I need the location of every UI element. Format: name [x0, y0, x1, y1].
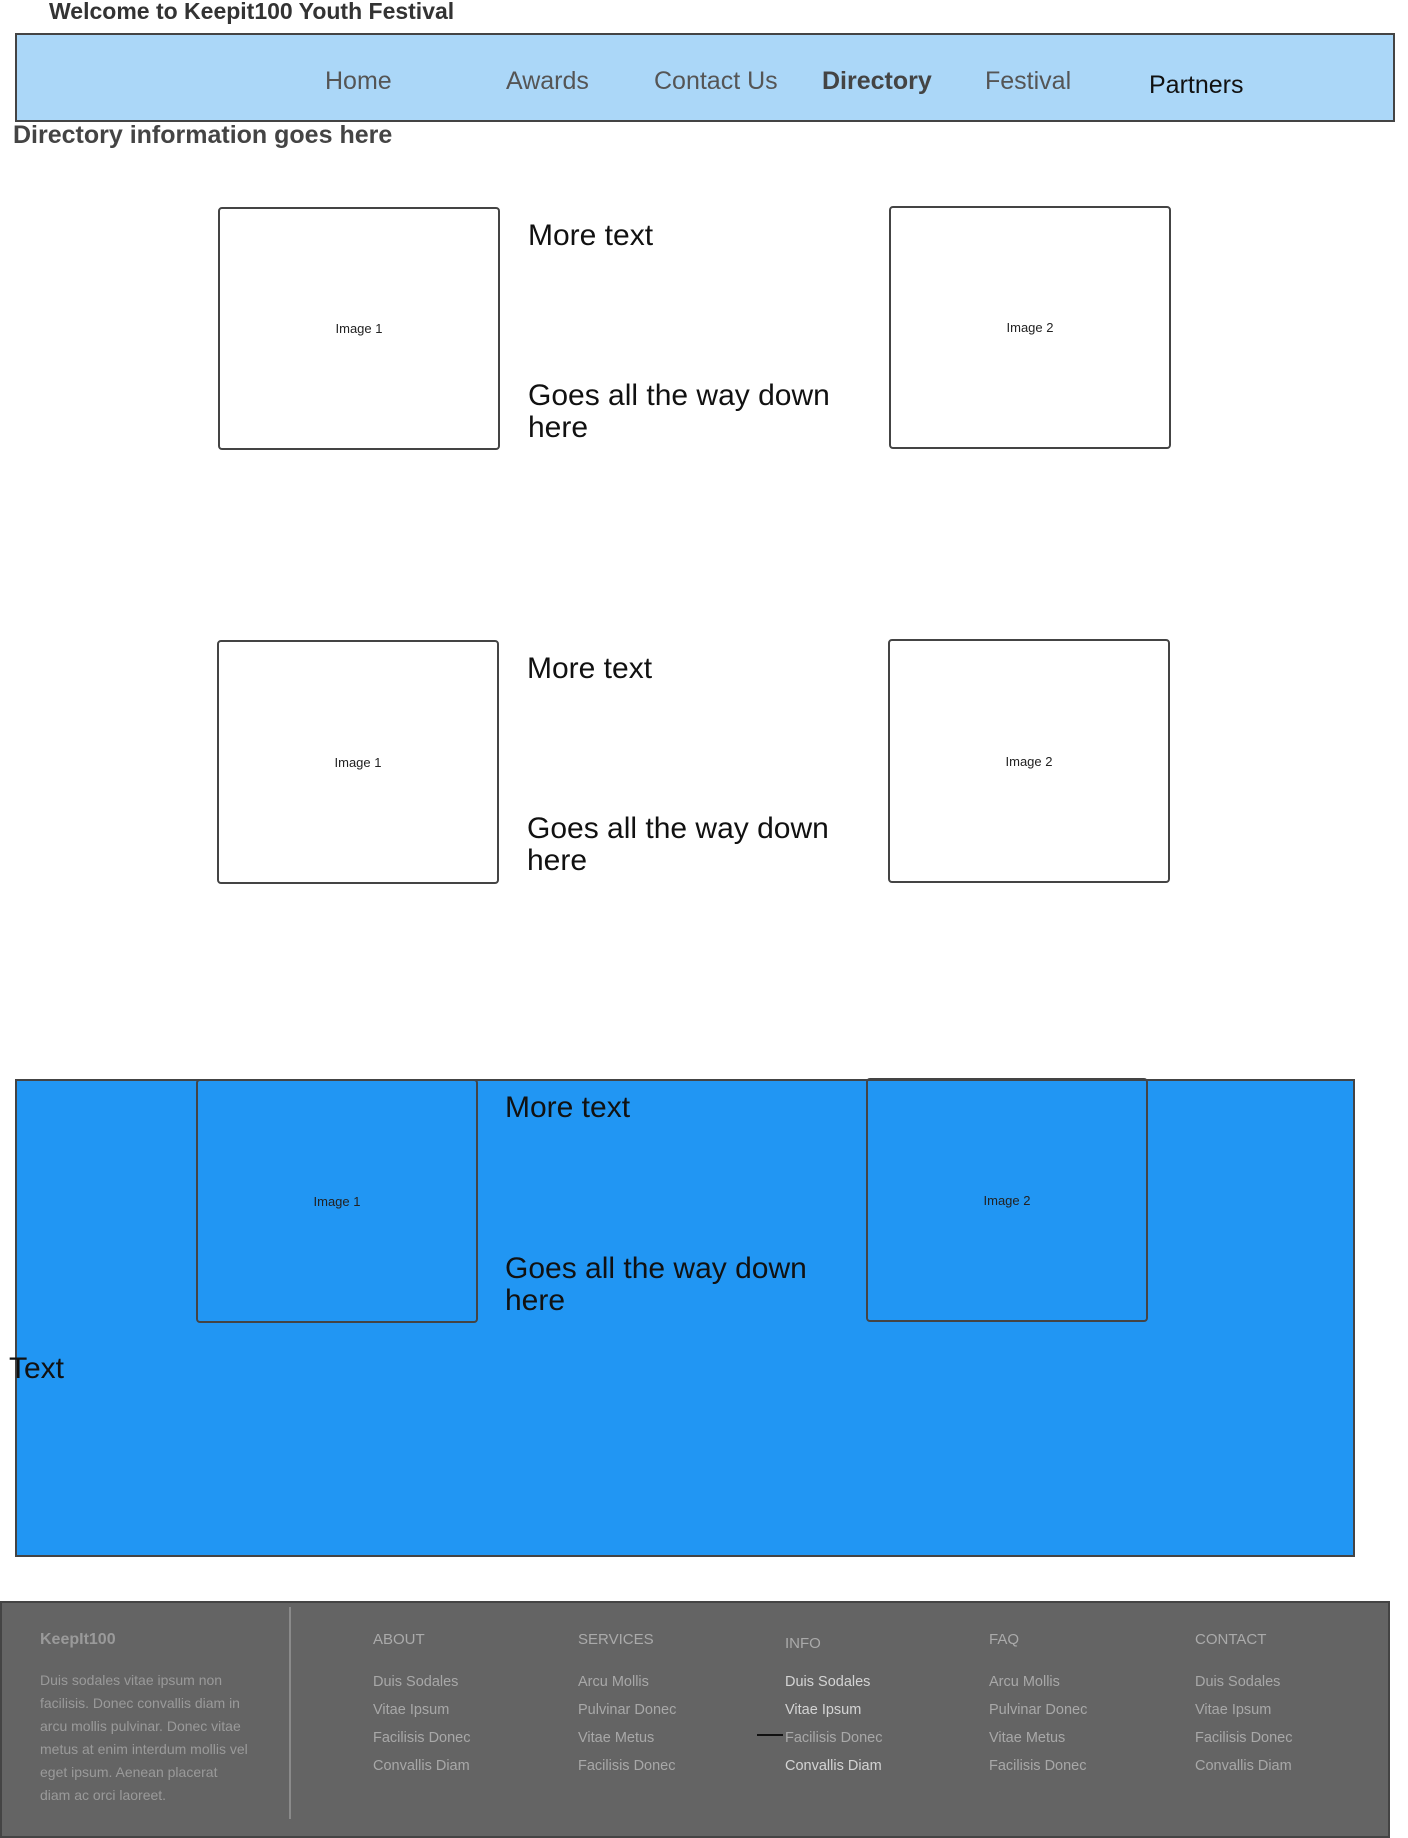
footer-link[interactable]: Vitae Ipsum — [785, 1702, 861, 1718]
row-text-bottom: Goes all the way down here — [505, 1252, 807, 1317]
site-footer: KeepIt100 Duis sodales vitae ipsum non f… — [0, 1601, 1390, 1838]
nav-awards[interactable]: Awards — [506, 69, 589, 94]
footer-link[interactable]: Convallis Diam — [373, 1758, 470, 1774]
image-placeholder-1: Image 1 — [218, 207, 500, 450]
image-placeholder-1: Image 1 — [196, 1079, 478, 1323]
panel-text: Text — [9, 1352, 65, 1385]
nav-home[interactable]: Home — [325, 69, 392, 94]
footer-link[interactable]: Arcu Mollis — [578, 1674, 649, 1690]
row-text-top: More text — [528, 219, 654, 252]
row-text-bottom: Goes all the way down here — [528, 379, 830, 444]
footer-link[interactable]: Pulvinar Donec — [989, 1702, 1087, 1718]
footer-link[interactable]: Arcu Mollis — [989, 1674, 1060, 1690]
image-label: Image 1 — [335, 321, 383, 336]
footer-link[interactable]: Convallis Diam — [785, 1758, 882, 1774]
nav-contact-us[interactable]: Contact Us — [654, 69, 778, 94]
footer-brand: KeepIt100 — [40, 1631, 116, 1648]
footer-link[interactable]: Pulvinar Donec — [578, 1702, 676, 1718]
footer-link[interactable]: Duis Sodales — [1195, 1674, 1280, 1690]
image-label: Image 2 — [1006, 320, 1054, 335]
footer-description: Duis sodales vitae ipsum non facilisis. … — [40, 1672, 248, 1803]
row-text-top: More text — [505, 1091, 631, 1124]
footer-link[interactable]: Facilisis Donec — [1195, 1730, 1293, 1746]
image-placeholder-2: Image 2 — [889, 206, 1171, 449]
footer-col-title-faq: FAQ — [989, 1631, 1020, 1648]
footer-link[interactable]: Facilisis Donec — [785, 1730, 883, 1746]
nav-partners[interactable]: Partners — [1149, 73, 1243, 98]
footer-link[interactable]: Facilisis Donec — [578, 1758, 676, 1774]
image-placeholder-1: Image 1 — [217, 640, 499, 884]
image-placeholder-2: Image 2 — [888, 639, 1170, 883]
row-text-top: More text — [527, 652, 653, 685]
image-placeholder-2: Image 2 — [866, 1078, 1148, 1322]
footer-link[interactable]: Vitae Metus — [989, 1730, 1065, 1746]
nav-festival[interactable]: Festival — [985, 69, 1071, 94]
site-title: Welcome to Keepit100 Youth Festival — [49, 0, 455, 24]
footer-dash-marker — [757, 1734, 783, 1736]
nav-directory[interactable]: Directory — [822, 69, 932, 94]
footer-link[interactable]: Vitae Ipsum — [1195, 1702, 1271, 1718]
footer-col-title-about: ABOUT — [373, 1631, 425, 1648]
footer-col-title-services: SERVICES — [578, 1631, 654, 1648]
image-label: Image 1 — [334, 754, 382, 770]
footer-link[interactable]: Duis Sodales — [373, 1674, 458, 1690]
footer-link[interactable]: Vitae Ipsum — [373, 1702, 449, 1718]
footer-link[interactable]: Vitae Metus — [578, 1730, 654, 1746]
row-text-bottom: Goes all the way down here — [527, 812, 829, 877]
image-label: Image 2 — [1005, 753, 1053, 769]
image-label: Image 2 — [983, 1192, 1031, 1208]
main-nav: Home Awards Contact Us Directory Festiva… — [15, 33, 1395, 122]
image-label: Image 1 — [313, 1193, 361, 1209]
footer-link[interactable]: Convallis Diam — [1195, 1758, 1292, 1774]
directory-heading: Directory information goes here — [13, 121, 393, 149]
footer-link[interactable]: Facilisis Donec — [989, 1758, 1087, 1774]
footer-col-title-info: INFO — [785, 1635, 821, 1652]
footer-col-title-contact: CONTACT — [1195, 1631, 1267, 1648]
footer-link[interactable]: Facilisis Donec — [373, 1730, 471, 1746]
footer-divider — [289, 1607, 291, 1819]
footer-link[interactable]: Duis Sodales — [785, 1674, 870, 1690]
